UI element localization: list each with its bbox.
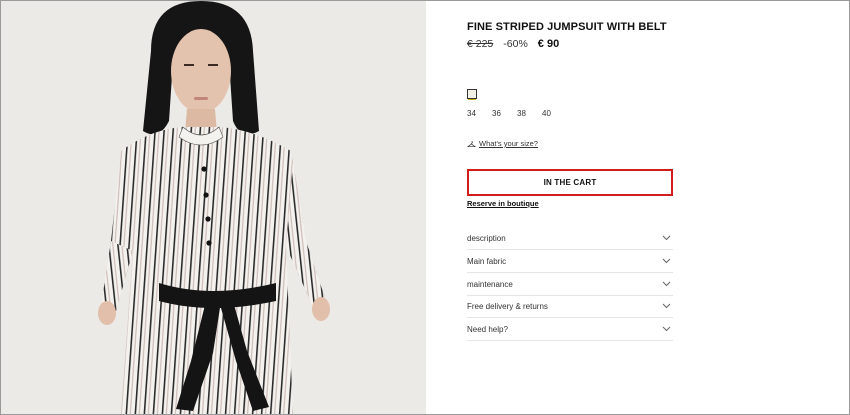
accordion-description[interactable]: description [467, 227, 673, 250]
original-price: € 225 [467, 38, 494, 50]
add-to-cart-button[interactable]: IN THE CART [467, 169, 673, 196]
chevron-down-icon [662, 258, 671, 264]
hanger-icon [467, 140, 476, 147]
size-guide: What's your size? [467, 139, 538, 148]
size-option[interactable]: 38 [517, 109, 542, 118]
product-page: FINE STRIPED JUMPSUIT WITH BELT € 225 -6… [0, 0, 850, 415]
discount-badge: -60% [503, 38, 528, 50]
chevron-down-icon [662, 303, 671, 309]
size-option[interactable]: 34 [467, 109, 492, 118]
reserve-in-boutique-link[interactable]: Reserve in boutique [467, 199, 539, 208]
size-option[interactable]: 40 [542, 109, 567, 118]
product-title: FINE STRIPED JUMPSUIT WITH BELT [467, 21, 667, 33]
color-swatch[interactable] [467, 89, 477, 99]
chevron-down-icon [662, 326, 671, 332]
accordion-label: Free delivery & returns [467, 301, 548, 311]
accordion-maintenance[interactable]: maintenance [467, 273, 673, 296]
size-option[interactable]: 36 [492, 109, 517, 118]
accordion-label: maintenance [467, 279, 513, 289]
product-photo [1, 1, 426, 414]
accordion-label: description [467, 233, 506, 243]
accordion-delivery-returns[interactable]: Free delivery & returns [467, 295, 673, 318]
accordion-need-help[interactable]: Need help? [467, 318, 673, 341]
chevron-down-icon [662, 235, 671, 241]
accordion-label: Need help? [467, 324, 508, 334]
sale-price: € 90 [537, 38, 560, 50]
size-guide-link[interactable]: What's your size? [479, 139, 538, 148]
size-selector: 34 36 38 40 [467, 109, 567, 118]
price-block: € 225 -60% € 90 [467, 38, 559, 50]
chevron-down-icon [662, 281, 671, 287]
accordion-main-fabric[interactable]: Main fabric [467, 250, 673, 273]
accordion-label: Main fabric [467, 256, 507, 266]
